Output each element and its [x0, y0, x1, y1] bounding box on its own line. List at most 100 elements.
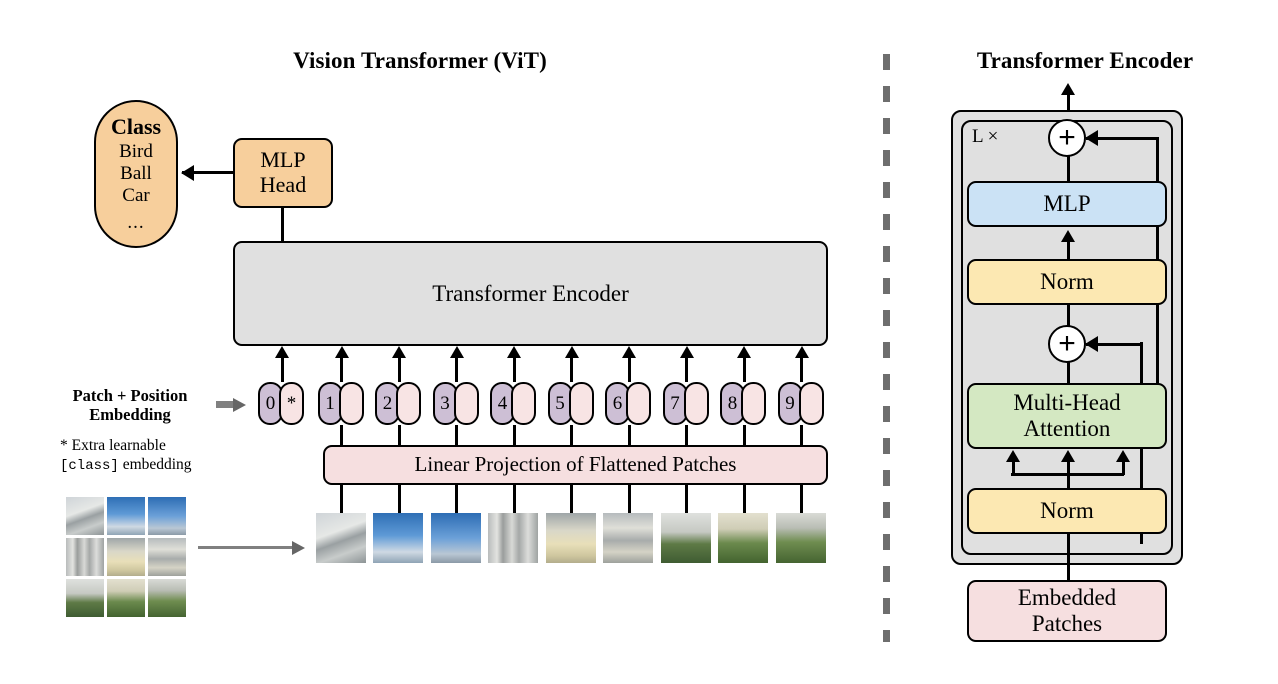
transformer-encoder-title: Transformer Encoder [976, 48, 1194, 73]
proj-to-token-line-7 [685, 425, 688, 447]
residual-bottom-arrow [1086, 342, 1100, 346]
patch-embedding-pill-7 [683, 382, 709, 425]
patch-to-proj-line-9 [800, 485, 803, 513]
patch-embedding-pill-2 [396, 382, 421, 425]
embedded-patches-to-norm-line [1066, 534, 1070, 582]
flattened-patch-9 [775, 513, 826, 563]
add-bottom-to-attention-line [1066, 362, 1070, 384]
qkv-bus [1011, 473, 1124, 476]
mlp-head-to-encoder-line [281, 207, 284, 243]
extra-learnable-footnote: * Extra learnable [class] embedding [60, 437, 250, 475]
flattened-patch-5 [545, 513, 596, 563]
encoder-repeat-label: L × [972, 126, 999, 147]
token-arrow-stem-6 [627, 356, 631, 382]
embedded-patches-line1: Embedded [1017, 585, 1117, 611]
linear-projection-label: Linear Projection of Flattened Patches [414, 452, 737, 477]
image-patch-grid-cell [148, 579, 186, 617]
class-header: Class [110, 114, 162, 140]
image-patch-grid-cell [148, 538, 186, 576]
patch-embedding-pill-6 [626, 382, 651, 425]
embedding-label-line1: Patch + Position [72, 386, 188, 405]
norm-bottom-box: Norm [967, 488, 1167, 534]
flattened-patch-4 [488, 513, 538, 563]
norm-top-to-mlp-stem [1066, 240, 1070, 260]
mlp-to-class-arrow [182, 171, 234, 174]
residual-top-arrow [1086, 136, 1100, 140]
proj-to-token-line-5 [570, 425, 573, 447]
patch-to-proj-line-6 [627, 485, 631, 513]
flattened-patch-1 [315, 513, 366, 563]
patch-position-embedding-label: Patch + Position Embedding [46, 386, 214, 425]
image-patch-grid-cell [107, 497, 145, 535]
flattened-patch-7 [660, 513, 711, 563]
transformer-encoder-label: Transformer Encoder [432, 280, 629, 306]
plus-symbol-top: + [1058, 121, 1076, 154]
token-arrow-stem-8 [742, 356, 746, 382]
residual-add-top: + [1048, 119, 1086, 157]
token-arrow-stem-0 [280, 356, 284, 382]
embedding-label-line2: Embedding [89, 405, 171, 425]
attention-line1: Multi-Head [1013, 390, 1121, 416]
attention-line2: Attention [1023, 416, 1111, 441]
mlp-label: MLP [1043, 191, 1091, 217]
proj-to-token-line-9 [800, 425, 803, 447]
footnote-line2-tail: embedding [118, 455, 192, 473]
panel-divider [883, 54, 890, 642]
mlp-head-line2: Head [259, 172, 307, 197]
class-token-mono: [class] [60, 457, 119, 474]
patch-to-proj-line-2 [397, 485, 401, 513]
token-arrow-stem-1 [340, 356, 343, 382]
class-item-bird: Bird [119, 140, 153, 162]
token-arrow-stem-3 [455, 356, 458, 382]
grid-to-strip-arrow-head [292, 540, 305, 555]
proj-to-token-line-1 [340, 425, 343, 447]
token-arrow-stem-4 [512, 356, 516, 382]
add-top-to-mlp-line [1066, 156, 1070, 182]
class-item-car: Car [122, 184, 150, 206]
image-patch-grid-cell [148, 497, 186, 535]
patch-embedding-pill-5 [568, 382, 594, 425]
token-arrow-stem-9 [800, 356, 803, 382]
grid-to-strip-arrow-shaft [198, 546, 294, 549]
token-arrow-stem-7 [685, 356, 688, 382]
flattened-patch-2 [373, 513, 423, 563]
flattened-patch-6 [603, 513, 653, 563]
mlp-head-line1: MLP [260, 147, 306, 173]
norm-top-label: Norm [1040, 269, 1094, 295]
residual-add-bottom: + [1048, 325, 1086, 363]
patch-to-proj-line-5 [570, 485, 573, 513]
mlp-head-box: MLP Head [233, 138, 333, 208]
transformer-encoder-box: Transformer Encoder [233, 241, 828, 346]
flattened-patch-8 [718, 513, 768, 563]
patch-embedding-pill-9 [798, 382, 824, 425]
footnote-line1: * Extra learnable [60, 437, 166, 454]
image-patch-grid-cell [66, 538, 104, 576]
patch-to-proj-line-4 [512, 485, 516, 513]
class-ellipsis: ... [127, 211, 145, 233]
image-patch-grid-cell [66, 579, 104, 617]
patch-to-proj-line-7 [685, 485, 688, 513]
plus-symbol-bottom: + [1058, 327, 1076, 360]
patch-to-proj-line-3 [455, 485, 458, 513]
vit-title: Vision Transformer (ViT) [293, 48, 547, 73]
flattened-patch-3 [430, 513, 481, 563]
patch-to-proj-line-8 [742, 485, 746, 513]
norm-top-box: Norm [967, 259, 1167, 305]
image-patch-grid-cell [107, 579, 145, 617]
proj-to-token-line-6 [627, 425, 631, 447]
embedded-patches-box: Embedded Patches [967, 580, 1167, 642]
token-arrow-stem-2 [397, 356, 401, 382]
embedded-patches-line2: Patches [1031, 611, 1103, 636]
embedding-label-arrow-shaft [216, 401, 234, 408]
linear-projection-box: Linear Projection of Flattened Patches [323, 445, 828, 485]
proj-to-token-line-3 [455, 425, 458, 447]
multi-head-attention-box: Multi-Head Attention [967, 383, 1167, 449]
patch-embedding-pill-0: * [279, 382, 304, 425]
patch-embedding-pill-8 [741, 382, 766, 425]
patch-embedding-pill-4 [511, 382, 536, 425]
embedding-label-arrow-head [233, 397, 246, 412]
class-output-box: Class Bird Ball Car ... [94, 100, 178, 248]
image-patch-grid-cell [66, 497, 104, 535]
class-item-ball: Ball [120, 162, 152, 184]
image-patch-grid-cell [107, 538, 145, 576]
